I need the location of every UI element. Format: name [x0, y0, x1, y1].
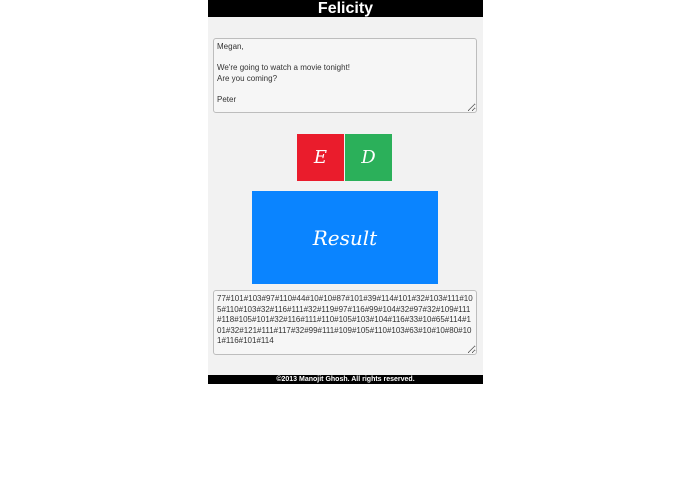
result-button-label: Result — [312, 225, 378, 250]
encoded-output[interactable]: 77#101#103#97#110#44#10#10#87#101#39#114… — [213, 290, 477, 355]
encode-button-label: E — [313, 147, 328, 168]
encode-button[interactable]: E — [297, 134, 344, 181]
decode-button[interactable]: D — [345, 134, 392, 181]
app-container: Felicity Megan, We're going to watch a m… — [208, 0, 483, 384]
app-title: Felicity — [317, 0, 374, 17]
footer: ©2013 Manojit Ghosh. All rights reserved… — [208, 375, 483, 384]
decode-button-label: D — [361, 147, 376, 168]
copyright-text: ©2013 Manojit Ghosh. All rights reserved… — [276, 376, 415, 383]
message-input[interactable]: Megan, We're going to watch a movie toni… — [213, 38, 477, 113]
result-button[interactable]: Result — [252, 191, 438, 284]
app-title-bar: Felicity — [208, 0, 483, 17]
